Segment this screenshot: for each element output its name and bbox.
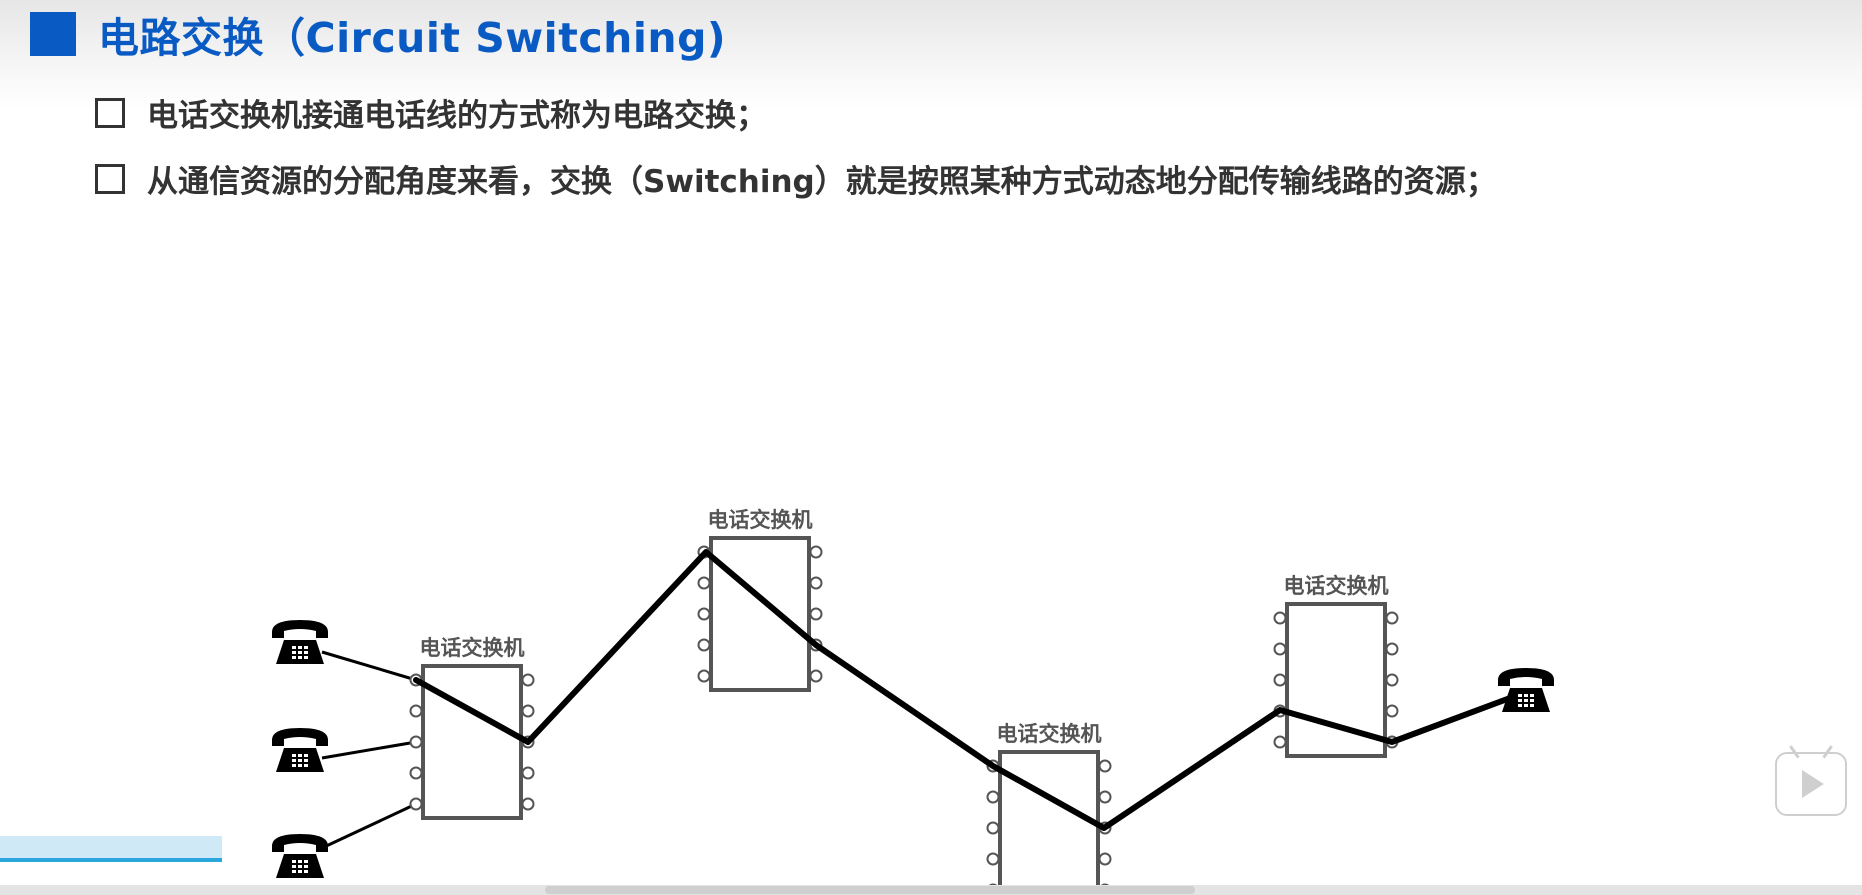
play-icon	[1802, 770, 1824, 798]
circuit-switching-diagram: 电话交换机 电话交换机 电话交换机 电话交换机	[272, 508, 1554, 895]
switch-label: 电话交换机	[708, 508, 813, 532]
telephone-icon	[272, 620, 328, 664]
telephone-icon	[1498, 668, 1554, 712]
switch-3: 电话交换机	[985, 722, 1113, 895]
scrollbar-thumb[interactable]	[545, 886, 1195, 894]
switch-label: 电话交换机	[997, 722, 1102, 746]
telephone-icon	[272, 728, 328, 772]
telephone-icon	[272, 834, 328, 878]
bottom-scrollbar-track[interactable]	[0, 885, 1862, 895]
switch-label: 电话交换机	[420, 636, 525, 660]
phone-connection-lines	[321, 650, 417, 850]
switch-1: 电话交换机	[408, 636, 536, 820]
switch-label: 电话交换机	[1284, 574, 1389, 598]
overlay-progress-strip	[0, 836, 222, 862]
video-play-button[interactable]	[1775, 752, 1847, 816]
